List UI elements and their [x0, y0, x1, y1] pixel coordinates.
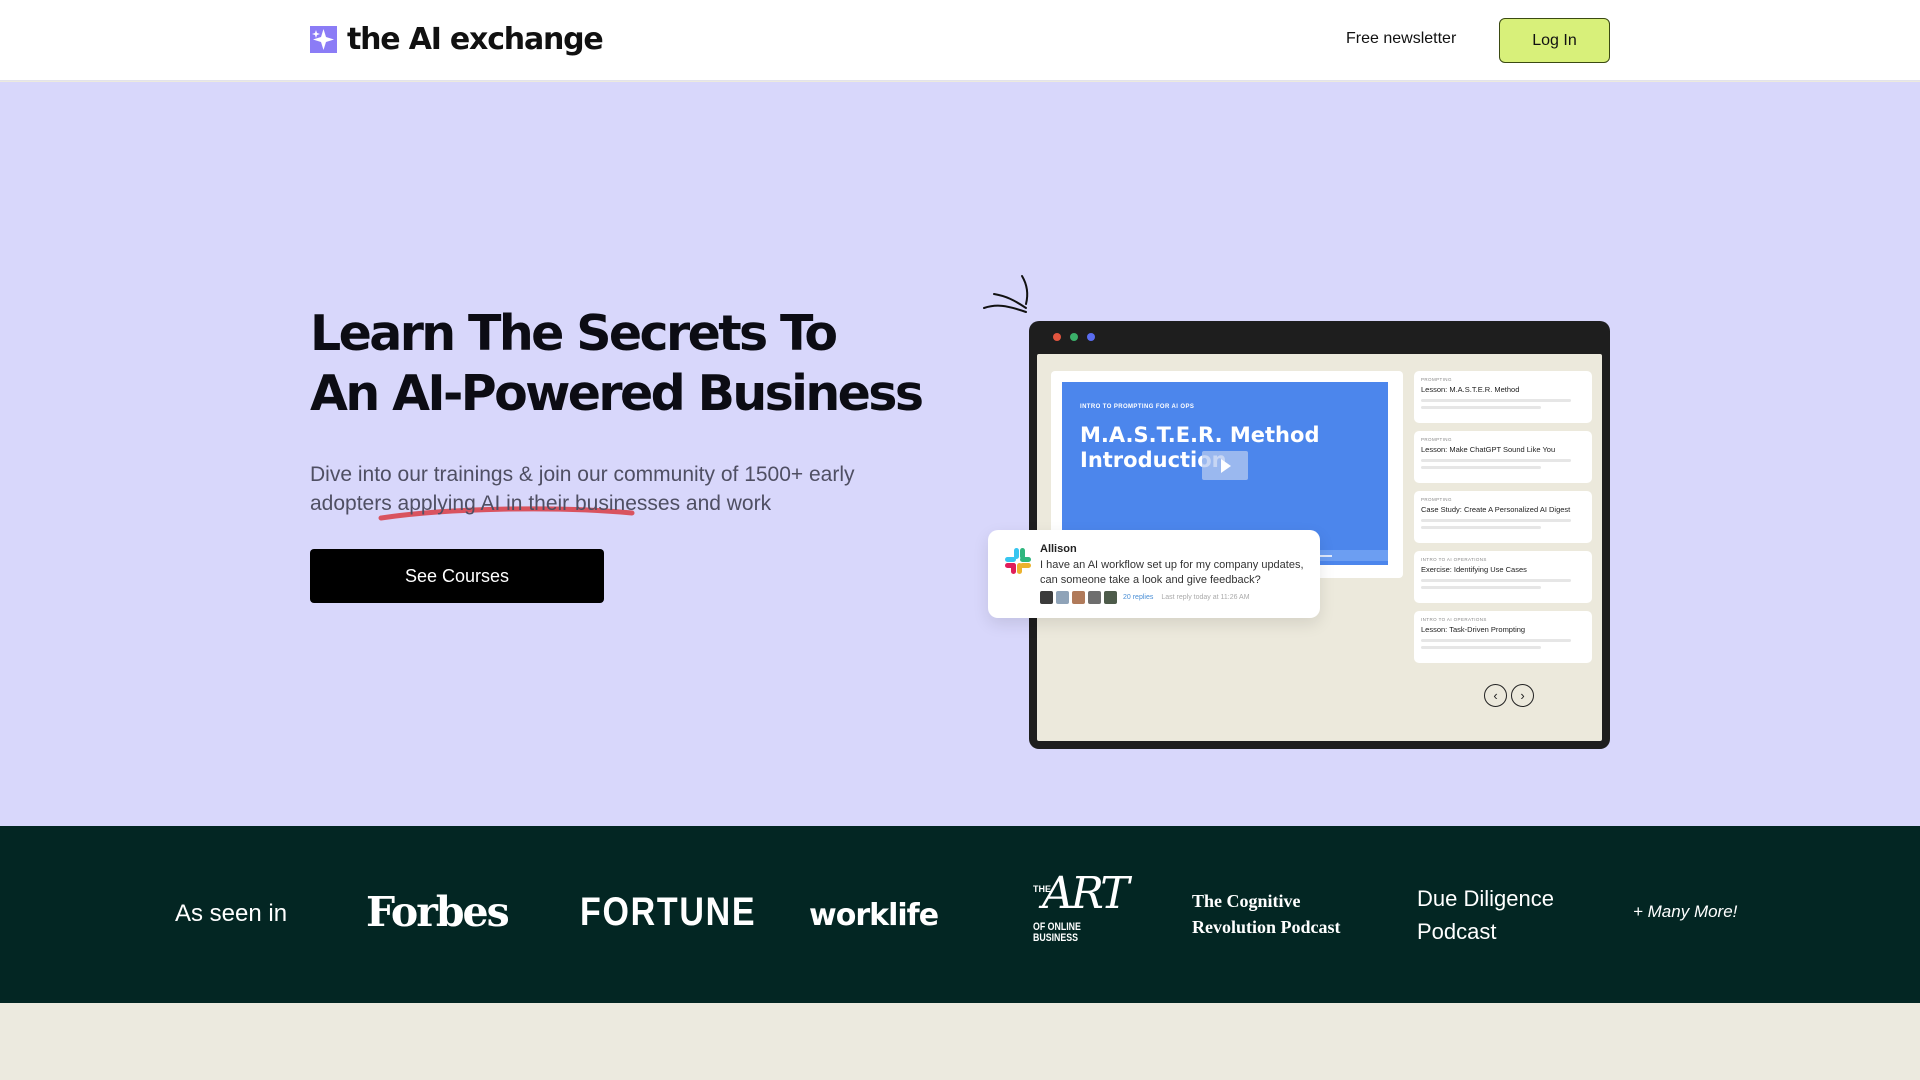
logo-text: the AI exchange	[347, 22, 604, 57]
chat-last-reply: Last reply today at 11:26 AM	[1161, 594, 1250, 601]
lesson-placeholder-line	[1421, 579, 1571, 582]
lesson-title: Exercise: Identifying Use Cases	[1421, 565, 1527, 574]
avatar	[1088, 591, 1101, 604]
lesson-title: Lesson: Task-Driven Prompting	[1421, 625, 1526, 634]
chat-author: Allison	[1040, 543, 1077, 555]
slack-icon	[1005, 548, 1031, 574]
carousel-arrows: ‹ ›	[1484, 684, 1534, 707]
lesson-placeholder-line	[1421, 406, 1541, 409]
lesson-category: PROMPTING	[1421, 497, 1452, 502]
hero-section: Learn The Secrets To An AI-Powered Busin…	[0, 82, 1920, 826]
art-logo-subtitle: OF ONLINE BUSINESS	[1033, 921, 1081, 944]
press-band: As seen in Forbes FORTUNE worklife THE A…	[0, 826, 1920, 1003]
lesson-placeholder-line	[1421, 399, 1571, 402]
avatar	[1056, 591, 1069, 604]
lesson-card[interactable]: PROMPTING Lesson: Make ChatGPT Sound Lik…	[1414, 431, 1592, 483]
fortune-logo: FORTUNE	[580, 890, 757, 934]
next-section	[0, 1003, 1920, 1080]
lesson-placeholder-line	[1421, 586, 1541, 589]
many-more-label: + Many More!	[1633, 902, 1738, 921]
spark-lines-icon	[983, 275, 1029, 313]
forbes-logo: Forbes	[366, 888, 510, 936]
login-button[interactable]: Log In	[1499, 18, 1610, 63]
lesson-title: Lesson: M.A.S.T.E.R. Method	[1421, 385, 1520, 394]
hero-title: Learn The Secrets To An AI-Powered Busin…	[310, 304, 924, 424]
lesson-card[interactable]: INTRO TO AI OPERATIONS Exercise: Identif…	[1414, 551, 1592, 603]
lesson-placeholder-line	[1421, 639, 1571, 642]
site-header: the AI exchange Free newsletter Log In	[0, 0, 1920, 81]
arrow-left-icon[interactable]: ‹	[1484, 684, 1507, 707]
hero-subtitle: Dive into our trainings & join our commu…	[310, 463, 855, 515]
lesson-placeholder-line	[1421, 466, 1541, 469]
window-dot-red	[1053, 333, 1061, 341]
play-icon[interactable]	[1202, 451, 1248, 480]
hero-title-line-1: Learn The Secrets To	[310, 305, 838, 362]
arrow-right-icon[interactable]: ›	[1511, 684, 1534, 707]
lesson-category: INTRO TO AI OPERATIONS	[1421, 617, 1487, 622]
lesson-placeholder-line	[1421, 459, 1571, 462]
chat-message: I have an AI workflow set up for my comp…	[1040, 559, 1304, 586]
lesson-title: Case Study: Create A Personalized AI Dig…	[1421, 505, 1571, 514]
chat-replies-count[interactable]: 20 replies	[1123, 594, 1153, 601]
as-seen-in-label: As seen in	[175, 900, 288, 927]
avatar	[1104, 591, 1117, 604]
lesson-category: PROMPTING	[1421, 437, 1452, 442]
avatar	[1072, 591, 1085, 604]
site-logo[interactable]: the AI exchange	[310, 22, 604, 57]
avatar	[1040, 591, 1053, 604]
lesson-title: Lesson: Make ChatGPT Sound Like You	[1421, 445, 1556, 454]
video-tag: INTRO TO PROMPTING FOR AI OPS	[1080, 404, 1195, 410]
nav-newsletter-link[interactable]: Free newsletter	[1346, 30, 1456, 48]
lesson-card[interactable]: PROMPTING Lesson: M.A.S.T.E.R. Method	[1414, 371, 1592, 423]
logo-sparkle-icon	[310, 26, 337, 53]
lesson-category: INTRO TO AI OPERATIONS	[1421, 557, 1487, 562]
worklife-logo: worklife	[809, 898, 939, 933]
due-diligence-logo: Due Diligence Podcast	[1417, 886, 1554, 944]
cognitive-revolution-logo: The Cognitive Revolution Podcast	[1192, 891, 1341, 937]
lesson-card[interactable]: PROMPTING Case Study: Create A Personali…	[1414, 491, 1592, 543]
lesson-list: PROMPTING Lesson: M.A.S.T.E.R. Method PR…	[1414, 371, 1592, 671]
lesson-placeholder-line	[1421, 519, 1571, 522]
art-logo-art: ART	[1042, 868, 1130, 919]
lesson-card[interactable]: INTRO TO AI OPERATIONS Lesson: Task-Driv…	[1414, 611, 1592, 663]
chat-thread-meta[interactable]: 20 replies Last reply today at 11:26 AM	[1040, 591, 1250, 604]
lesson-placeholder-line	[1421, 646, 1541, 649]
art-of-online-business-logo: THE ART OF ONLINE BUSINESS	[1030, 868, 1130, 952]
lesson-placeholder-line	[1421, 526, 1541, 529]
window-dot-blue	[1087, 333, 1095, 341]
window-dot-green	[1070, 333, 1078, 341]
see-courses-button[interactable]: See Courses	[310, 549, 604, 603]
hero-title-line-2: An AI-Powered Business	[310, 365, 924, 422]
community-chat-card: Allison I have an AI workflow set up for…	[988, 530, 1320, 618]
lesson-category: PROMPTING	[1421, 377, 1452, 382]
